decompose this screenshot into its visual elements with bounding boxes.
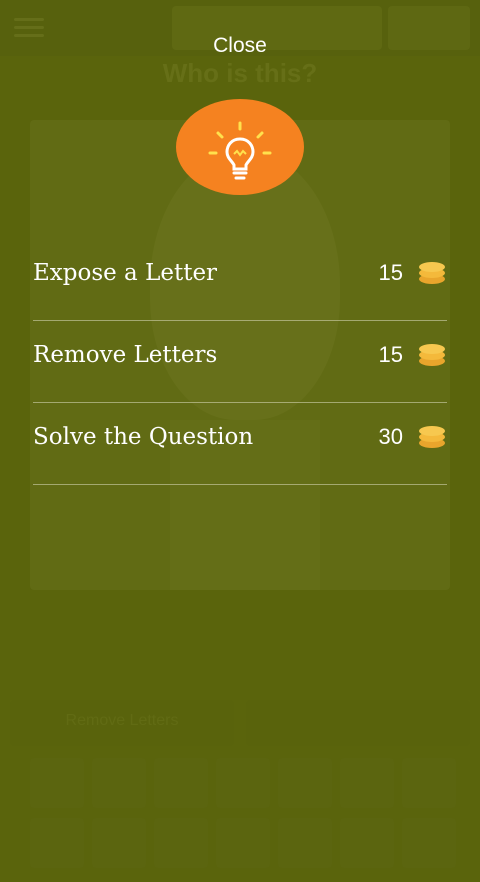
coins-icon <box>419 426 445 448</box>
close-button[interactable]: Close <box>0 34 480 58</box>
hint-circle <box>176 99 304 195</box>
hint-option-cost: 15 <box>378 260 403 285</box>
hint-option-label: Remove Letters <box>33 342 218 368</box>
hint-option-remove-letters[interactable]: Remove Letters 15 <box>33 320 447 403</box>
hint-option-cost: 15 <box>378 342 403 367</box>
hint-option-label: Solve the Question <box>33 424 254 450</box>
hint-option-cost: 30 <box>378 424 403 449</box>
lightbulb-icon <box>176 99 304 195</box>
hint-option-solve-question[interactable]: Solve the Question 30 <box>33 402 447 485</box>
hint-option-label: Expose a Letter <box>33 260 218 286</box>
hint-option-expose-letter[interactable]: Expose a Letter 15 <box>33 238 447 321</box>
coins-icon <box>419 344 445 366</box>
coins-icon <box>419 262 445 284</box>
